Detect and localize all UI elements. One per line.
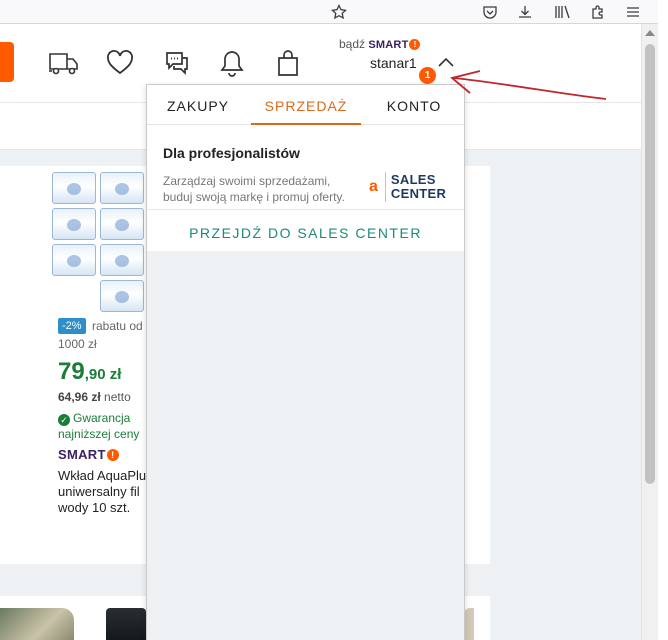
product-thumbnail[interactable] [0,608,74,640]
filter-pack-thumb [100,172,144,204]
netto-label: netto [104,390,131,404]
dropdown-tabs: ZAKUPY SPRZEDAŻ KONTO [147,85,464,125]
sales-center-logo: a SALES CENTER [369,171,446,203]
filter-pack-thumb [52,172,96,204]
account-dropdown: ZAKUPY SPRZEDAŻ KONTO Dla profesjonalist… [146,84,465,640]
library-icon[interactable] [553,2,573,22]
guarantee-text: Gwarancja najniższej ceny [58,411,140,441]
discount-badge: -2% [58,318,86,334]
filter-pack-thumb [52,244,96,276]
discount-threshold: 1000 zł [58,337,97,351]
netto-price: 64,96 zł netto [58,390,131,404]
tab-sprzedaz[interactable]: SPRZEDAŻ [251,98,361,114]
smart-promo-label[interactable]: bądź SMART! [339,37,421,51]
annotation-arrow-icon [450,70,607,100]
smart-text: SMART [368,39,409,51]
smart-logo: SMART! [58,447,119,462]
active-tab-indicator [251,123,361,125]
logo-separator [384,172,386,202]
divider [147,209,464,210]
tab-konto[interactable]: KONTO [379,98,449,114]
menu-hamburger-icon[interactable] [623,2,643,22]
bookmark-star-icon[interactable] [329,2,349,22]
download-icon[interactable] [515,2,535,22]
logo-line-center: CENTER [390,186,447,201]
section-description: Zarządzaj swoimi sprzedażami, buduj swoj… [163,174,345,204]
page-scrollbar[interactable] [641,24,658,640]
product-image[interactable] [52,168,146,312]
pocket-icon[interactable] [480,2,500,22]
sales-center-wordmark: SALES CENTER [391,173,446,201]
check-shield-icon: ✓ [58,414,70,426]
netto-value: 64,96 zł [58,390,101,404]
section-title: Dla profesjonalistów [163,145,300,161]
search-button[interactable] [0,42,14,82]
product-title-line: wody 10 szt. [58,500,131,515]
smart-mark-icon: ! [106,449,119,461]
delivery-truck-icon[interactable] [46,46,80,80]
filter-pack-thumb [100,280,144,312]
notification-badge: 1 [419,67,436,84]
dropdown-empty-area [147,251,464,640]
bell-icon[interactable] [215,46,249,80]
allegro-a-logo: a [369,178,378,195]
shopping-bag-icon[interactable] [271,46,305,80]
heart-icon[interactable] [103,46,137,80]
product-title-line: Wkład AquaPlu [58,468,146,483]
logo-line-sales: SALES [390,172,436,187]
price-guarantee[interactable]: ✓ Gwarancja najniższej ceny [58,410,148,442]
filter-pack-thumb [52,208,96,240]
price-main: 79 [58,358,85,385]
smart-mark-icon: ! [409,39,421,50]
filter-pack-thumb [100,244,144,276]
scroll-up-arrow-icon[interactable] [645,30,655,36]
filter-pack-thumb [100,208,144,240]
product-title-line: uniwersalny fil [58,484,140,499]
product-thumbnail[interactable] [106,608,146,640]
browser-toolbar [0,0,668,24]
product-title[interactable]: Wkład AquaPlu uniwersalny fil wody 10 sz… [58,468,146,516]
badz-prefix: bądź [339,37,366,51]
scroll-thumb[interactable] [645,44,655,484]
discount-text: rabatu od [92,319,143,333]
tab-zakupy[interactable]: ZAKUPY [163,98,233,114]
messages-icon[interactable] [160,46,194,80]
account-username[interactable]: stanar1 [370,55,417,71]
extensions-icon[interactable] [588,2,608,22]
product-price: 79,90 zł [58,358,121,386]
go-to-sales-center-link[interactable]: PRZEJDŹ DO SALES CENTER [147,225,464,241]
price-cents: ,90 zł [84,366,122,383]
product-thumbnail[interactable] [464,608,474,640]
window-edge [658,0,668,640]
smart-logo-text: SMART [58,447,106,462]
